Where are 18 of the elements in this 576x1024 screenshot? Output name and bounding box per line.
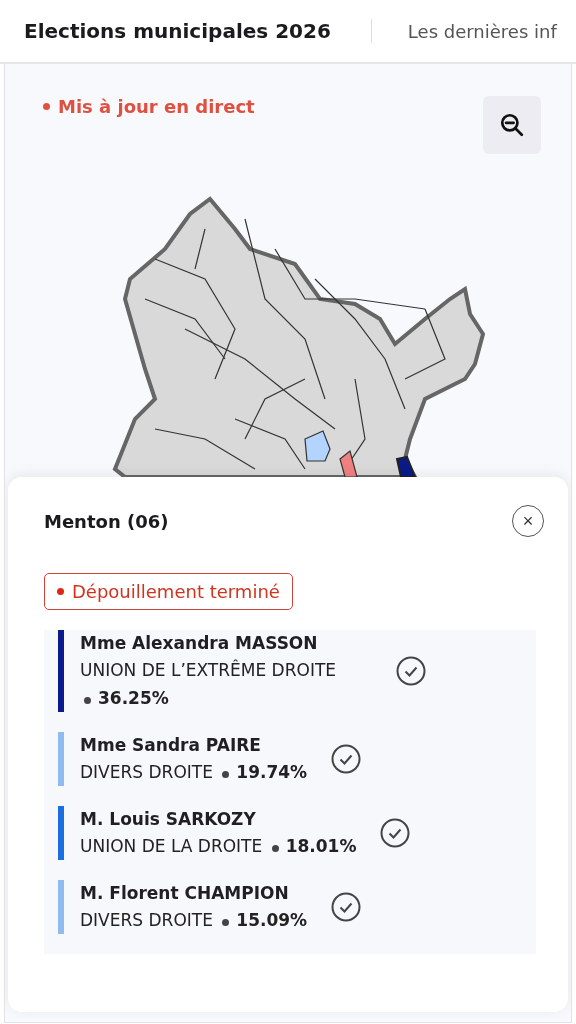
candidate-name: Mme Sandra PAIRE [80,734,262,757]
candidate-result: UNION DE LA DROITE 18.01% [80,835,357,858]
candidate-name: M. Florent CHAMPION [80,882,290,905]
nav-tab[interactable]: Les dernières inf [407,20,557,42]
candidate-result: DIVERS DROITE 15.09% [80,909,308,932]
zoom-out-icon [499,112,525,138]
candidate-result: UNION DE L’EXTRÊME DROITE 36.25% [80,658,338,710]
status-label: Dépouillement terminé [72,581,280,602]
candidate-result: DIVERS DROITE 19.74% [80,761,308,784]
candidate-name: Mme Alexandra MASSON [80,632,319,655]
live-dot-icon [43,103,50,110]
zoom-out-button[interactable] [483,96,541,154]
live-label: Mis à jour en direct [58,96,255,117]
commune-title: Menton (06) [44,510,169,532]
nav-tab[interactable]: Elections municipales 2026 [24,19,331,43]
close-button[interactable]: × [512,505,544,537]
candidate-name: M. Louis SARKOZY [80,808,257,831]
status-dot-icon [57,588,64,595]
